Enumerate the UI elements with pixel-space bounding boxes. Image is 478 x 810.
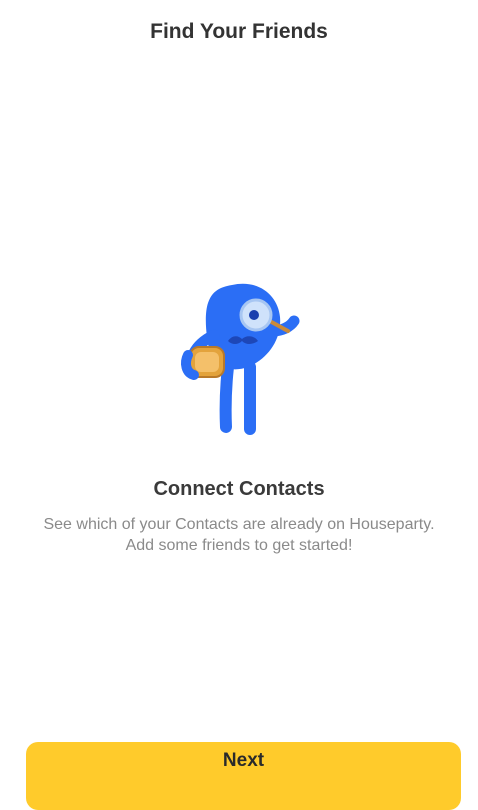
- mascot-eye: [249, 310, 259, 320]
- mascot-illustration: [170, 275, 310, 440]
- mascot-left-leg: [219, 361, 234, 433]
- next-button[interactable]: Next: [26, 742, 461, 810]
- page-title: Find Your Friends: [150, 20, 328, 43]
- connect-contacts-description: See which of your Contacts are already o…: [43, 516, 435, 554]
- connect-contacts-title: Connect Contacts: [153, 478, 325, 500]
